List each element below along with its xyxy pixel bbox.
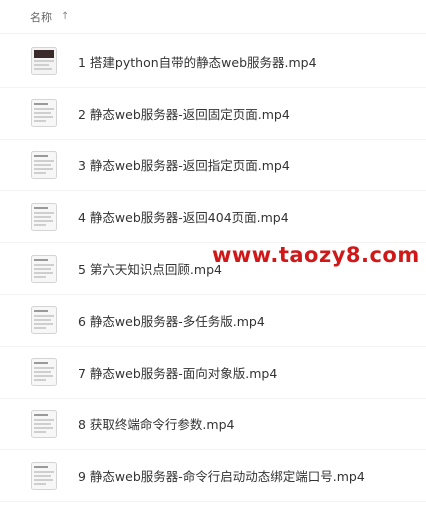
file-row[interactable]: 8 获取终端命令行参数.mp4: [0, 399, 426, 451]
file-list: 1 搭建python自带的静态web服务器.mp4 2 静态web服务器-返回固…: [0, 36, 426, 503]
file-name: 1 搭建python自带的静态web服务器.mp4: [78, 54, 317, 70]
file-row[interactable]: 9 静态web服务器-命令行启动动态绑定端口号.mp4: [0, 450, 426, 503]
file-name: 8 获取终端命令行参数.mp4: [78, 417, 235, 433]
video-file-icon: [31, 409, 57, 438]
file-name: 5 第六天知识点回顾.mp4: [78, 262, 222, 278]
video-file-icon: [31, 306, 57, 335]
video-file-icon: [31, 461, 57, 490]
video-file-icon: [31, 47, 57, 76]
file-name: 6 静态web服务器-多任务版.mp4: [78, 313, 265, 329]
file-row[interactable]: 6 静态web服务器-多任务版.mp4: [0, 295, 426, 347]
video-file-icon: [31, 254, 57, 283]
file-row[interactable]: 4 静态web服务器-返回404页面.mp4: [0, 191, 426, 244]
file-row[interactable]: 7 静态web服务器-面向对象版.mp4: [0, 347, 426, 399]
video-file-icon: [31, 202, 57, 231]
file-name: 9 静态web服务器-命令行启动动态绑定端口号.mp4: [78, 469, 365, 485]
list-header: 名称 ↑: [0, 0, 426, 34]
file-row[interactable]: 2 静态web服务器-返回固定页面.mp4: [0, 88, 426, 140]
arrow-up-icon[interactable]: ↑: [61, 11, 69, 22]
watermark-text: www.taozy8.com: [212, 243, 420, 267]
file-name: 4 静态web服务器-返回404页面.mp4: [78, 210, 289, 226]
file-row[interactable]: 1 搭建python自带的静态web服务器.mp4: [0, 36, 426, 88]
file-row[interactable]: 3 静态web服务器-返回指定页面.mp4: [0, 140, 426, 192]
video-file-icon: [31, 150, 57, 179]
video-file-icon: [31, 99, 57, 128]
name-column-label: 名称: [30, 10, 52, 24]
video-file-icon: [31, 358, 57, 387]
file-name: 3 静态web服务器-返回指定页面.mp4: [78, 158, 290, 174]
file-name: 7 静态web服务器-面向对象版.mp4: [78, 365, 278, 381]
name-column-header[interactable]: 名称 ↑: [30, 9, 69, 25]
file-name: 2 静态web服务器-返回固定页面.mp4: [78, 106, 290, 122]
